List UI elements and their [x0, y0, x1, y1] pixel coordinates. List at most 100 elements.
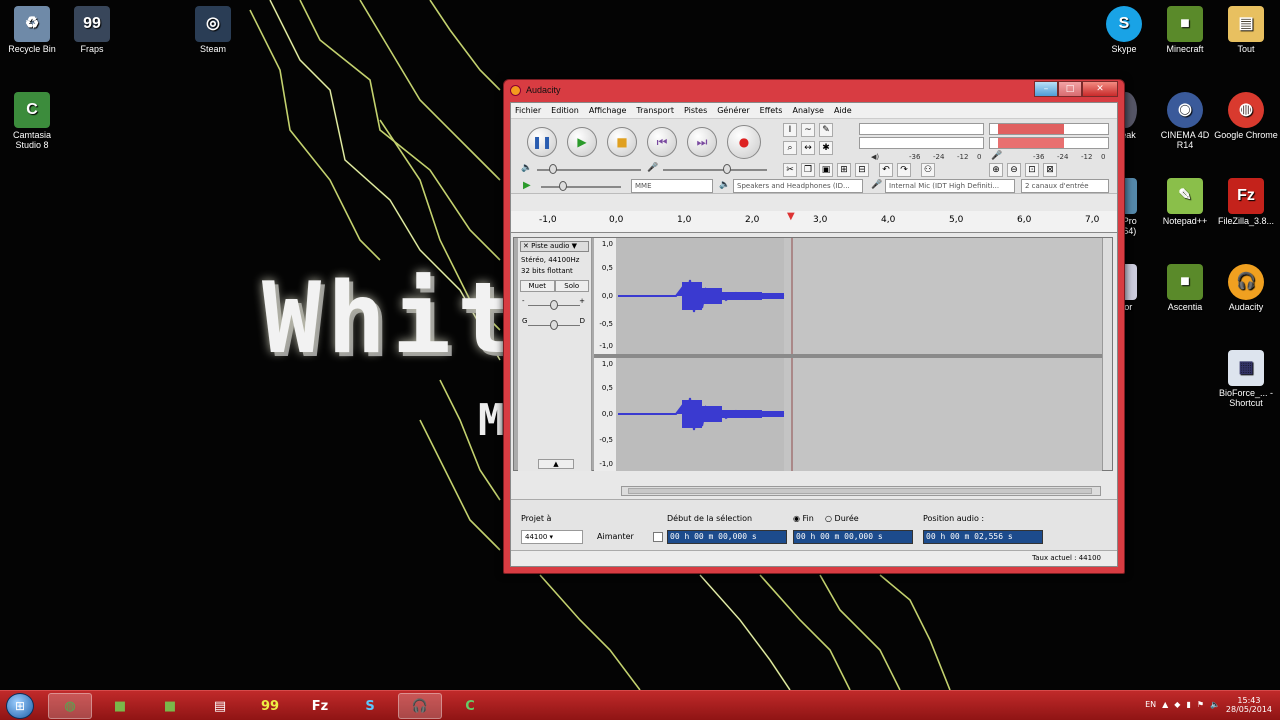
draw-tool-icon[interactable]: ✎ — [819, 123, 833, 137]
pan-slider[interactable]: G D — [518, 315, 591, 335]
menu-transport[interactable]: Transport — [636, 106, 674, 115]
record-button[interactable]: ● — [727, 125, 761, 159]
taskbar-chrome[interactable]: ◍ — [48, 693, 92, 719]
snap-to-checkbox[interactable] — [653, 532, 663, 542]
desktop-icon-cinema4d[interactable]: ◉ CINEMA 4D R14 — [1153, 92, 1217, 150]
taskbar-minecraft-2[interactable]: ■ — [148, 693, 192, 719]
horizontal-scrollbar[interactable] — [621, 486, 1101, 496]
tray-app-icon[interactable]: ◆ — [1174, 700, 1180, 709]
scrollbar-thumb[interactable] — [628, 488, 1092, 494]
skip-end-button[interactable]: ⏭ — [687, 127, 717, 157]
project-rate-select[interactable]: 44100 ▾ — [521, 530, 583, 544]
fit-selection-icon[interactable]: ⊡ — [1025, 163, 1039, 177]
paste-icon[interactable]: ▣ — [819, 163, 833, 177]
input-device-select[interactable]: Internal Mic (IDT High Definiti... — [885, 179, 1015, 193]
fit-project-icon[interactable]: ⊠ — [1043, 163, 1057, 177]
envelope-tool-icon[interactable]: ~ — [801, 123, 815, 137]
desktop-icon-skype[interactable]: S Skype — [1092, 6, 1156, 54]
end-radio[interactable]: ◉ Fin — [793, 514, 814, 523]
collapse-track-button[interactable]: ▲ — [538, 459, 574, 469]
minimize-button[interactable]: – — [1034, 81, 1058, 97]
playback-meter-right[interactable] — [859, 137, 984, 149]
record-meter-right[interactable] — [989, 137, 1109, 149]
waveform-channel-left[interactable] — [616, 238, 1102, 354]
desktop-icon-steam[interactable]: ◎ Steam — [181, 6, 245, 54]
desktop-icon-bioforce[interactable]: ▦ BioForce_... - Shortcut — [1214, 350, 1278, 408]
desktop-icon-recycle-bin[interactable]: ♻ Recycle Bin — [0, 6, 64, 54]
desktop-icon-chrome[interactable]: ◍ Google Chrome — [1214, 92, 1278, 140]
solo-button[interactable]: Solo — [554, 280, 589, 292]
volume-icon[interactable]: 🔈 — [1210, 700, 1220, 709]
track-name-menu[interactable]: ✕ Piste audio ▼ — [520, 241, 589, 252]
host-select[interactable]: MME — [631, 179, 713, 193]
network-icon[interactable]: ▮ — [1186, 700, 1190, 709]
input-channels-select[interactable]: 2 canaux d'entrée — [1021, 179, 1109, 193]
window-titlebar[interactable]: Audacity – □ ✕ — [504, 80, 1124, 102]
taskbar-audacity[interactable]: 🎧 — [398, 693, 442, 719]
vertical-scrollbar[interactable] — [1102, 238, 1112, 470]
cut-icon[interactable]: ✂ — [783, 163, 797, 177]
play-speed-knob[interactable] — [559, 181, 567, 191]
play-at-speed-icon[interactable]: ▶ — [523, 180, 531, 191]
play-button[interactable]: ▶ — [567, 127, 597, 157]
desktop-icon-fraps[interactable]: 99 Fraps — [60, 6, 124, 54]
flag-icon[interactable]: ⚑ — [1197, 700, 1204, 709]
pause-button[interactable]: ❚❚ — [527, 127, 557, 157]
desktop-icon-filezilla[interactable]: Fz FileZilla_3.8... — [1214, 178, 1278, 226]
show-hidden-icons-icon[interactable]: ▲ — [1162, 700, 1168, 709]
taskbar-camtasia[interactable]: C — [448, 693, 492, 719]
close-button[interactable]: ✕ — [1082, 81, 1118, 97]
length-radio[interactable]: ○ Durée — [825, 514, 859, 523]
trim-icon[interactable]: ⊞ — [837, 163, 851, 177]
taskbar-skype[interactable]: S — [348, 693, 392, 719]
sync-lock-icon[interactable]: ⚇ — [921, 163, 935, 177]
taskbar-minecraft[interactable]: ■ — [98, 693, 142, 719]
copy-icon[interactable]: ❐ — [801, 163, 815, 177]
menu-aide[interactable]: Aide — [834, 106, 852, 115]
menu-generer[interactable]: Générer — [717, 106, 749, 115]
taskbar-file[interactable]: ▤ — [198, 693, 242, 719]
zoom-out-icon[interactable]: ⊖ — [1007, 163, 1021, 177]
desktop-icon-minecraft[interactable]: ■ Minecraft — [1153, 6, 1217, 54]
menu-pistes[interactable]: Pistes — [684, 106, 707, 115]
desktop-icon-camtasia[interactable]: C Camtasia Studio 8 — [0, 92, 64, 150]
clock[interactable]: 15:43 28/05/2014 — [1226, 696, 1272, 714]
selection-start-value[interactable]: 00 h 00 m 00,000 s — [667, 530, 787, 544]
language-indicator[interactable]: EN — [1145, 700, 1156, 709]
track-area[interactable]: ✕ Piste audio ▼ Stéréo, 44100Hz 32 bits … — [513, 237, 1113, 471]
desktop-icon-tout[interactable]: ▤ Tout — [1214, 6, 1278, 54]
zoom-in-icon[interactable]: ⊕ — [989, 163, 1003, 177]
menu-edition[interactable]: Edition — [551, 106, 579, 115]
gain-knob[interactable] — [550, 300, 558, 310]
output-volume-knob[interactable] — [549, 164, 557, 174]
mute-button[interactable]: Muet — [520, 280, 555, 292]
taskbar-filezilla[interactable]: Fz — [298, 693, 342, 719]
desktop-icon-notepadpp[interactable]: ✎ Notepad++ — [1153, 178, 1217, 226]
start-button[interactable]: ⊞ — [6, 693, 34, 719]
input-volume-knob[interactable] — [723, 164, 731, 174]
selection-tool-icon[interactable]: I — [783, 123, 797, 137]
menu-effets[interactable]: Effets — [760, 106, 783, 115]
timeline-ruler[interactable]: -1,0 0,0 1,0 2,0 3,0 4,0 5,0 6,0 7,0 ▼ — [511, 211, 1117, 233]
desktop-icon-ascentia[interactable]: ■ Ascentia — [1153, 264, 1217, 312]
audio-position-value[interactable]: 00 h 00 m 02,556 s — [923, 530, 1043, 544]
record-meter[interactable] — [989, 123, 1109, 135]
multi-tool-icon[interactable]: ✱ — [819, 141, 833, 155]
play-speed-slider[interactable] — [541, 186, 621, 188]
gain-slider[interactable]: - + — [518, 295, 591, 315]
undo-icon[interactable]: ↶ — [879, 163, 893, 177]
maximize-button[interactable]: □ — [1058, 81, 1082, 97]
desktop-icon-audacity[interactable]: 🎧 Audacity — [1214, 264, 1278, 312]
redo-icon[interactable]: ↷ — [897, 163, 911, 177]
skip-start-button[interactable]: ⏮ — [647, 127, 677, 157]
taskbar-fraps[interactable]: 99 — [248, 693, 292, 719]
stop-button[interactable]: ■ — [607, 127, 637, 157]
zoom-tool-icon[interactable]: ⌕ — [783, 141, 797, 155]
selection-end-value[interactable]: 00 h 00 m 00,000 s — [793, 530, 913, 544]
timeshift-tool-icon[interactable]: ↔ — [801, 141, 815, 155]
input-volume-slider[interactable] — [663, 169, 767, 171]
silence-icon[interactable]: ⊟ — [855, 163, 869, 177]
menu-analyse[interactable]: Analyse — [792, 106, 824, 115]
playback-meter[interactable] — [859, 123, 984, 135]
pan-knob[interactable] — [550, 320, 558, 330]
